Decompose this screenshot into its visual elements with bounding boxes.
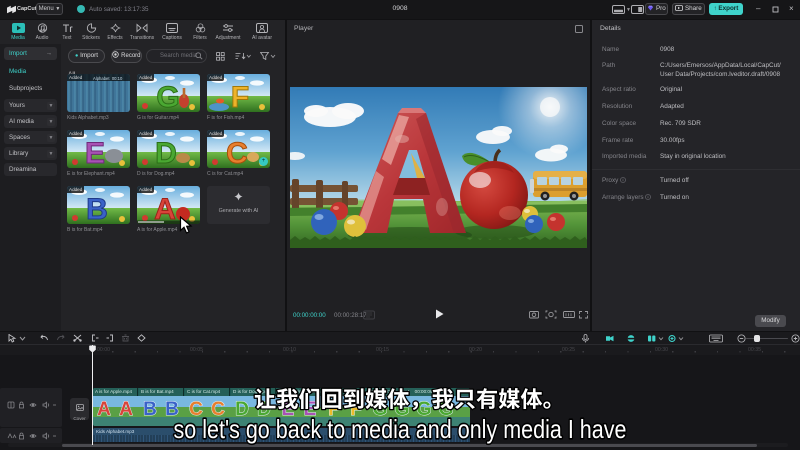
svg-text:so let's go back to media and: so let's go back to media and only media… [174,414,627,444]
